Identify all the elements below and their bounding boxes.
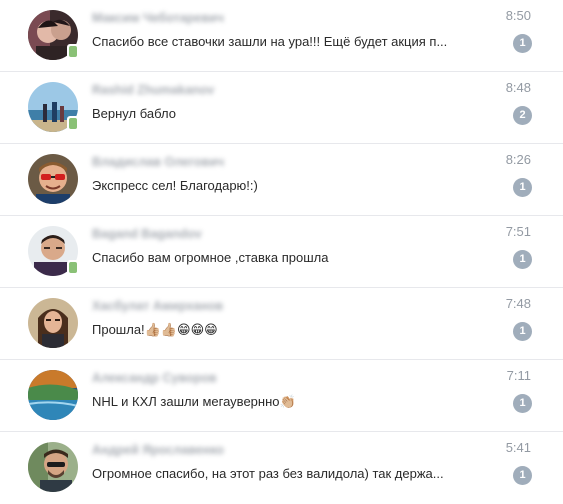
sender-name[interactable]: Владислав Олегович	[92, 155, 224, 169]
dialog-list: Максим Чеботаревич 8:50 Спасибо все став…	[0, 0, 563, 504]
mobile-online-icon	[67, 260, 79, 275]
message-preview: Экспресс сел! Благодарю!:)	[92, 178, 258, 193]
unread-count-badge: 1	[513, 394, 532, 413]
sender-name[interactable]: Максим Чеботаревич	[92, 11, 224, 25]
unread-count-badge: 1	[513, 34, 532, 53]
message-time: 8:26	[505, 152, 531, 167]
unread-count-badge: 1	[513, 250, 532, 269]
sender-name[interactable]: Bagand Bagandov	[92, 227, 202, 241]
dialog-row[interactable]: Хасбулат Амирханов 7:48 Прошла!👍🏼👍🏼😁😁😁 1	[0, 288, 563, 360]
unread-count-badge: 1	[513, 178, 532, 197]
avatar-wrapper	[28, 82, 79, 132]
avatar-wrapper	[28, 442, 78, 492]
message-preview: Прошла!👍🏼👍🏼😁😁😁	[92, 322, 218, 337]
sender-name[interactable]: Хасбулат Амирханов	[92, 299, 223, 313]
avatar[interactable]	[28, 370, 78, 420]
avatar-wrapper	[28, 226, 79, 276]
dialog-row[interactable]: Максим Чеботаревич 8:50 Спасибо все став…	[0, 0, 563, 72]
message-preview: NHL и КХЛ зашли мегаувернно👏🏼	[92, 394, 296, 409]
message-time: 8:50	[505, 8, 531, 23]
dialog-row[interactable]: Александр Суворов 7:11 NHL и КХЛ зашли м…	[0, 360, 563, 432]
mobile-online-icon	[67, 44, 79, 59]
unread-count-badge: 1	[513, 466, 532, 485]
message-preview: Огромное спасибо, на этот раз без валидо…	[92, 466, 444, 481]
dialog-row[interactable]: Rashid Zhumakanov 8:48 Вернул бабло 2	[0, 72, 563, 144]
sender-name[interactable]: Rashid Zhumakanov	[92, 83, 214, 97]
avatar-wrapper	[28, 10, 79, 60]
avatar[interactable]	[28, 154, 78, 204]
message-preview: Спасибо все ставочки зашли на ура!!! Ещё…	[92, 34, 448, 49]
message-time: 8:48	[505, 80, 531, 95]
message-time: 7:48	[505, 296, 531, 311]
avatar-wrapper	[28, 370, 78, 420]
message-preview: Вернул бабло	[92, 106, 176, 121]
message-time: 5:41	[505, 440, 531, 455]
sender-name[interactable]: Александр Суворов	[92, 371, 217, 385]
sender-name[interactable]: Андрей Ярославенко	[92, 443, 224, 457]
dialog-row[interactable]: Андрей Ярославенко 5:41 Огромное спасибо…	[0, 432, 563, 504]
message-time: 7:51	[505, 224, 531, 239]
avatar-wrapper	[28, 154, 78, 204]
dialog-row[interactable]: Bagand Bagandov 7:51 Спасибо вам огромно…	[0, 216, 563, 288]
dialog-row[interactable]: Владислав Олегович 8:26 Экспресс сел! Бл…	[0, 144, 563, 216]
message-time: 7:11	[506, 368, 531, 383]
unread-count-badge: 2	[513, 106, 532, 125]
avatar[interactable]	[28, 298, 78, 348]
message-preview: Спасибо вам огромное ,ставка прошла	[92, 250, 329, 265]
unread-count-badge: 1	[513, 322, 532, 341]
mobile-online-icon	[67, 116, 79, 131]
avatar-wrapper	[28, 298, 78, 348]
avatar[interactable]	[28, 442, 78, 492]
